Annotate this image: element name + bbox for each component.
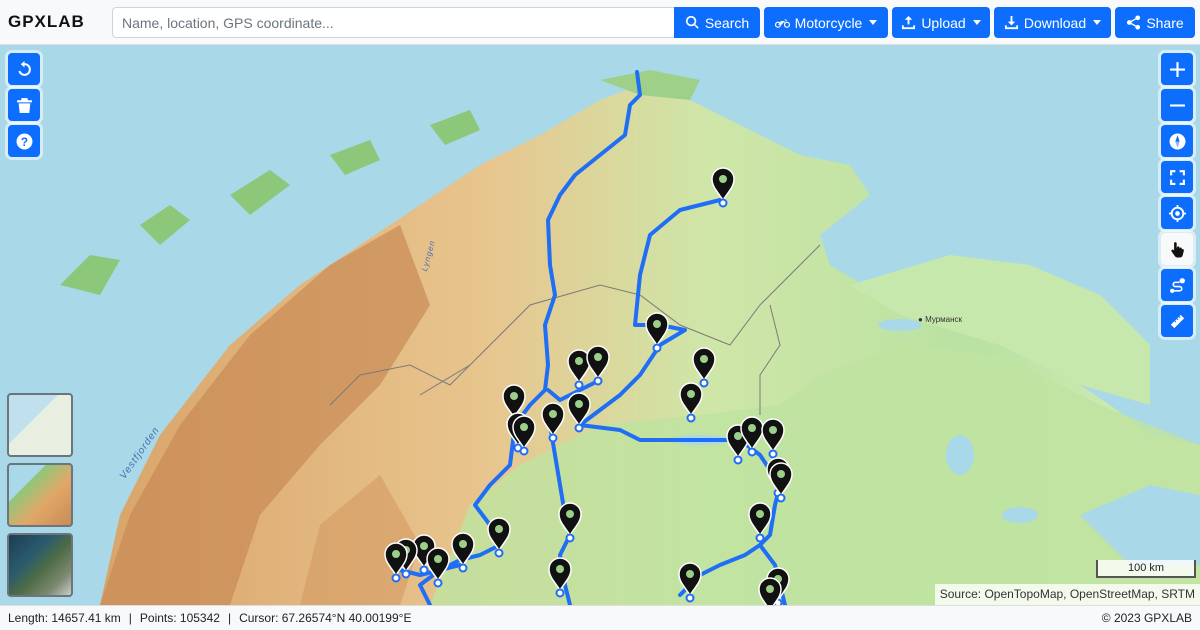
status-bar: Length: 14657.41 km | Points: 105342 | C… xyxy=(0,605,1200,630)
locate-icon xyxy=(1168,204,1186,222)
map-terrain xyxy=(0,45,1200,605)
top-navbar: GPXLAB Search Motorcycle Upload Download… xyxy=(0,0,1200,45)
fullscreen-icon xyxy=(1169,169,1185,185)
trash-icon xyxy=(16,97,32,113)
city-label-murmansk: ● Мурманск xyxy=(918,315,963,324)
separator: | xyxy=(227,611,232,625)
measure-button[interactable] xyxy=(1161,305,1193,337)
clear-button[interactable] xyxy=(8,89,40,121)
download-dropdown[interactable]: Download xyxy=(994,7,1111,38)
upload-label: Upload xyxy=(921,14,966,31)
download-label: Download xyxy=(1023,14,1087,31)
hand-pointer-icon xyxy=(1170,241,1184,257)
share-icon xyxy=(1127,15,1141,30)
cursor-coordinates: Cursor: 67.26574°N 40.00199°E xyxy=(239,611,412,625)
app-logo: GPXLAB xyxy=(8,12,85,31)
zoom-out-button[interactable] xyxy=(1161,89,1193,121)
upload-dropdown[interactable]: Upload xyxy=(892,7,990,38)
fullscreen-button[interactable] xyxy=(1161,161,1193,193)
vehicle-label: Motorcycle xyxy=(794,14,863,31)
track-length: Length: 14657.41 km xyxy=(8,611,121,625)
ruler-icon xyxy=(1168,312,1186,330)
copyright: © 2023 GPXLAB xyxy=(1101,611,1192,625)
share-button[interactable]: Share xyxy=(1115,7,1195,38)
route-mode-button[interactable] xyxy=(1161,269,1193,301)
download-icon xyxy=(1004,15,1018,30)
map-canvas[interactable]: Vestfjorden Lyngen ● Мурманск ? 100 km S… xyxy=(0,45,1200,605)
help-icon: ? xyxy=(16,133,32,149)
zoom-in-button[interactable] xyxy=(1161,53,1193,85)
upload-icon xyxy=(902,15,916,30)
minus-icon xyxy=(1169,103,1185,107)
separator: | xyxy=(128,611,132,625)
compass-icon xyxy=(1169,133,1185,149)
chevron-down-icon xyxy=(869,20,878,25)
undo-button[interactable] xyxy=(8,53,40,85)
search-icon xyxy=(685,15,699,29)
search-button[interactable]: Search xyxy=(674,7,760,38)
help-button[interactable]: ? xyxy=(8,125,40,157)
locate-button[interactable] xyxy=(1161,197,1193,229)
compass-button[interactable] xyxy=(1161,125,1193,157)
map-attribution: Source: OpenTopoMap, OpenStreetMap, SRTM xyxy=(934,584,1200,605)
map-scale: 100 km xyxy=(1096,560,1196,578)
share-label: Share xyxy=(1146,14,1184,31)
svg-text:?: ? xyxy=(20,135,27,148)
pan-mode-button[interactable] xyxy=(1161,233,1193,265)
point-count: Points: 105342 xyxy=(139,611,220,625)
layer-thumb-satellite[interactable] xyxy=(7,533,73,597)
layer-thumb-osm[interactable] xyxy=(7,393,73,457)
chevron-down-icon xyxy=(1093,20,1102,25)
chevron-down-icon xyxy=(972,20,981,25)
search-button-label: Search xyxy=(704,14,750,31)
plus-icon xyxy=(1169,61,1185,77)
motorcycle-icon xyxy=(774,19,790,28)
undo-icon xyxy=(17,60,31,76)
search-input[interactable] xyxy=(112,7,674,38)
route-icon xyxy=(1169,277,1185,293)
vehicle-dropdown[interactable]: Motorcycle xyxy=(764,7,888,38)
layer-thumb-topo[interactable] xyxy=(7,463,73,527)
city-name: Мурманск xyxy=(925,315,963,324)
